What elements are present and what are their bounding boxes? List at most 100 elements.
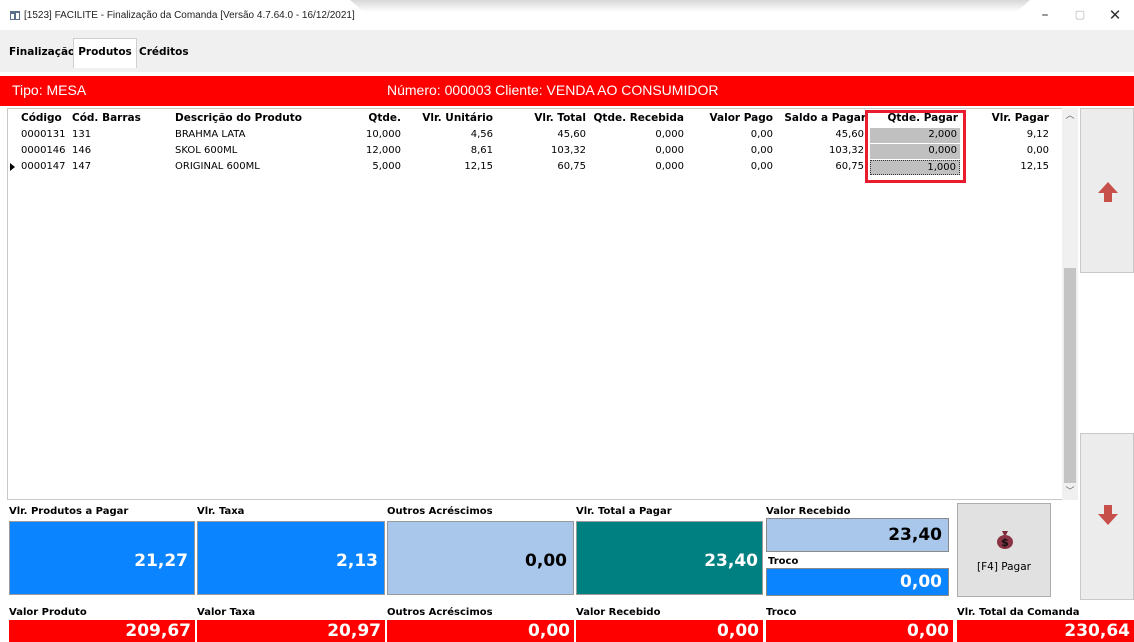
troco-value: 0,00 xyxy=(900,572,942,592)
svg-text:$: $ xyxy=(1001,536,1009,549)
valor-taxa-box: 20,97 xyxy=(197,620,385,642)
valor-recebido-label: Valor Recebido xyxy=(576,607,661,618)
valor-produto-box: 209,67 xyxy=(9,620,195,642)
cell-codigo: 0000131 xyxy=(21,129,66,140)
col-vlr-unitario[interactable]: Vlr. Unitário xyxy=(408,112,493,124)
cell-qtde: 5,000 xyxy=(372,161,401,172)
total-pagar-label: Vlr. Total a Pagar xyxy=(576,506,672,517)
grid-scrollbar[interactable]: ︿ ﹀ xyxy=(1062,108,1078,500)
scroll-up-icon[interactable]: ︿ xyxy=(1062,108,1078,124)
troco-label: Troco xyxy=(768,556,799,567)
cell-valor-pago: 0,00 xyxy=(750,161,773,172)
total-troco-value: 0,00 xyxy=(907,621,949,641)
money-bag-icon: $ xyxy=(997,531,1013,549)
cell-codigo: 0000146 xyxy=(21,145,66,156)
cell-vlr-total: 60,75 xyxy=(557,161,586,172)
total-pagar-value: 23,40 xyxy=(704,551,758,571)
taxa-box: 2,13 xyxy=(197,521,385,595)
col-vlr-total[interactable]: Vlr. Total xyxy=(498,112,586,124)
col-vlr-pagar[interactable]: Vlr. Pagar xyxy=(963,112,1049,124)
cell-valor-pago: 0,00 xyxy=(750,145,773,156)
col-qtde-recebida[interactable]: Qtde. Recebida xyxy=(592,112,685,124)
tab-strip: Finalização Produtos Créditos xyxy=(0,30,1134,72)
total-pagar-box: 23,40 xyxy=(576,521,763,595)
maximize-button[interactable]: ▢ xyxy=(1065,4,1095,26)
taxa-label: Vlr. Taxa xyxy=(197,506,245,517)
minimize-button[interactable]: – xyxy=(1030,4,1060,26)
total-acrescimos-box: 0,00 xyxy=(387,620,574,642)
cell-descricao: SKOL 600ML xyxy=(175,145,238,156)
recebido-input[interactable]: 23,40 xyxy=(766,518,949,552)
window-title: [1523] FACILITE - Finalização da Comanda… xyxy=(24,10,355,21)
cell-cod-barras: 147 xyxy=(72,161,92,172)
cell-codigo: 0000147 xyxy=(21,161,66,172)
acrescimos-box[interactable]: 0,00 xyxy=(387,521,574,595)
move-down-button[interactable] xyxy=(1080,433,1134,600)
total-troco-label: Troco xyxy=(766,607,797,618)
cell-cod-barras: 146 xyxy=(72,145,92,156)
cell-vlr-pagar: 12,15 xyxy=(1020,161,1049,172)
row-pointer-icon xyxy=(10,163,15,171)
cell-qtde-recebida: 0,000 xyxy=(655,129,684,140)
valor-recebido-box: 0,00 xyxy=(576,620,763,642)
close-button[interactable]: ✕ xyxy=(1100,4,1130,26)
valor-produto-label: Valor Produto xyxy=(9,607,87,618)
scroll-thumb[interactable] xyxy=(1064,268,1076,483)
cell-vlr-pagar: 0,00 xyxy=(1026,145,1049,156)
produtos-pagar-value: 21,27 xyxy=(134,551,188,571)
valor-produto-value: 209,67 xyxy=(125,621,191,641)
cell-vlr-unitario: 4,56 xyxy=(470,129,493,140)
title-shade xyxy=(350,0,1030,12)
valor-recebido-value: 0,00 xyxy=(717,621,759,641)
tab-finalizacao[interactable]: Finalização xyxy=(9,42,75,66)
order-number-client: Número: 000003 Cliente: VENDA AO CONSUMI… xyxy=(387,82,719,98)
cell-descricao: BRAHMA LATA xyxy=(175,129,246,140)
cell-qtde-recebida: 0,000 xyxy=(655,161,684,172)
pay-button-label: [F4] Pagar xyxy=(977,561,1031,573)
cell-saldo-pagar: 103,32 xyxy=(829,145,864,156)
cell-vlr-pagar: 9,12 xyxy=(1026,129,1049,140)
col-qtde[interactable]: Qtde. xyxy=(341,112,401,124)
up-arrow-icon xyxy=(1098,182,1118,202)
app-icon xyxy=(10,11,20,20)
order-header: Tipo: MESA Número: 000003 Cliente: VENDA… xyxy=(0,76,1134,106)
cell-qtde: 10,000 xyxy=(366,129,401,140)
order-type: Tipo: MESA xyxy=(12,82,87,98)
cell-descricao: ORIGINAL 600ML xyxy=(175,161,260,172)
total-comanda-box: 230,64 xyxy=(957,620,1134,642)
col-descricao[interactable]: Descrição do Produto xyxy=(175,112,302,124)
total-acrescimos-label: Outros Acréscimos xyxy=(387,607,493,618)
valor-taxa-label: Valor Taxa xyxy=(197,607,256,618)
recebido-value: 23,40 xyxy=(888,525,942,545)
cell-qtde-recebida: 0,000 xyxy=(655,145,684,156)
total-troco-box: 0,00 xyxy=(766,620,953,642)
cell-vlr-total: 45,60 xyxy=(557,129,586,140)
move-up-button[interactable] xyxy=(1080,108,1134,273)
scroll-down-icon[interactable]: ﹀ xyxy=(1062,484,1078,500)
taxa-value: 2,13 xyxy=(336,551,378,571)
cell-qtde: 12,000 xyxy=(366,145,401,156)
acrescimos-value: 0,00 xyxy=(525,551,567,571)
cell-vlr-total: 103,32 xyxy=(551,145,586,156)
acrescimos-label: Outros Acréscimos xyxy=(387,506,493,517)
total-acrescimos-value: 0,00 xyxy=(528,621,570,641)
cell-saldo-pagar: 45,60 xyxy=(835,129,864,140)
col-saldo-pagar[interactable]: Saldo a Pagar xyxy=(778,112,866,124)
col-codigo[interactable]: Código xyxy=(21,112,62,124)
col-valor-pago[interactable]: Valor Pago xyxy=(688,112,773,124)
total-comanda-label: Vlr. Total da Comanda xyxy=(957,607,1080,618)
recebido-label: Valor Recebido xyxy=(766,506,851,517)
down-arrow-icon xyxy=(1098,505,1118,525)
troco-box: 0,00 xyxy=(766,568,949,596)
cell-cod-barras: 131 xyxy=(72,129,92,140)
total-comanda-value: 230,64 xyxy=(1064,621,1130,641)
tab-creditos[interactable]: Créditos xyxy=(139,42,189,66)
produtos-pagar-box: 21,27 xyxy=(9,521,195,595)
pay-button[interactable]: $ [F4] Pagar xyxy=(957,503,1051,597)
tab-produtos[interactable]: Produtos xyxy=(73,38,137,68)
cell-vlr-unitario: 8,61 xyxy=(470,145,493,156)
col-cod-barras[interactable]: Cód. Barras xyxy=(72,112,141,124)
produtos-pagar-label: Vlr. Produtos a Pagar xyxy=(9,506,129,517)
title-bar: [1523] FACILITE - Finalização da Comanda… xyxy=(0,0,1134,30)
cell-valor-pago: 0,00 xyxy=(750,129,773,140)
